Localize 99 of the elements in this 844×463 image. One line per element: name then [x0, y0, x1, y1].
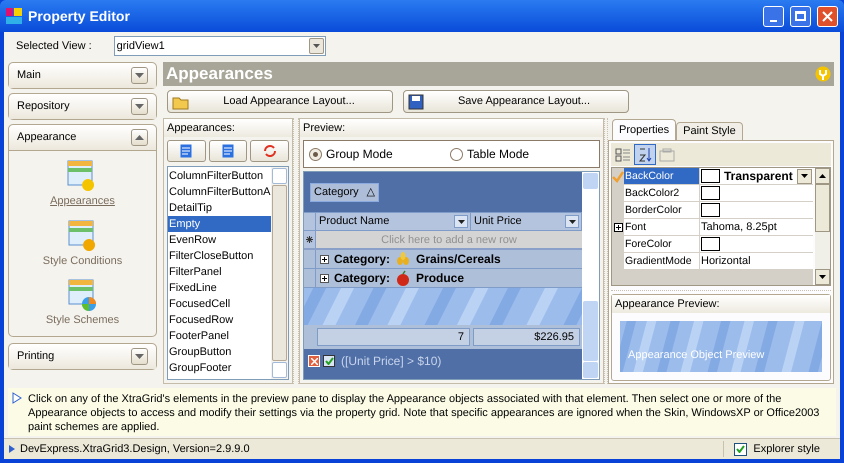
appearance-list-item[interactable]: FilterPanel: [168, 264, 271, 280]
categorized-icon: [615, 146, 631, 162]
expand-button[interactable]: [131, 67, 148, 84]
scroll-thumb[interactable]: [814, 184, 830, 232]
check-icon: [612, 170, 624, 182]
load-layout-button[interactable]: Load Appearance Layout...: [167, 90, 393, 113]
play-arrow-icon: [8, 444, 16, 454]
property-tab[interactable]: Paint Style: [676, 122, 743, 140]
hint-text: Click on any of the XtraGrid's elements in the preview pane to display the Appearance objects associated with that element. Then select one or more of the Appearance objects to access and modify their settings via the property grid. Note that specific appearances are ignored when the Skin, WindowsXP or Office2003 paint schemes are applied.: [28, 392, 820, 435]
minimize-button[interactable]: [763, 6, 784, 26]
property-name[interactable]: GradientMode: [624, 253, 700, 270]
appearance-list-item[interactable]: Empty: [168, 216, 271, 232]
selected-view-label: Selected View :: [16, 38, 92, 54]
group-label: Category:: [334, 251, 390, 268]
expand-icon[interactable]: [320, 254, 329, 264]
scrollbar[interactable]: [271, 167, 288, 379]
refresh-button[interactable]: [250, 140, 290, 162]
expand-arrow-icon: [135, 72, 144, 78]
apple-icon: [395, 270, 412, 286]
group-row[interactable]: Category: Produce: [304, 269, 582, 288]
property-name[interactable]: BackColor2: [624, 185, 700, 202]
sort-alphabetical-icon[interactable]: [634, 144, 656, 165]
nav-group-title[interactable]: Printing: [17, 348, 54, 365]
appearance-list-item[interactable]: DetailTip: [168, 200, 271, 216]
caret-icon: [308, 38, 324, 54]
expand-icon[interactable]: [320, 274, 329, 282]
close-filter-icon[interactable]: [308, 355, 320, 367]
maximize-button[interactable]: [790, 6, 811, 26]
window-title: Property Editor: [28, 6, 131, 26]
scroll-down-icon[interactable]: [818, 275, 826, 279]
nav-group-title[interactable]: Main: [17, 67, 41, 84]
checklist-button[interactable]: [208, 140, 248, 162]
nav-item[interactable]: Appearances: [50, 193, 115, 210]
property-pages-icon: [659, 148, 675, 162]
app-icon: [6, 8, 22, 24]
section-title: Appearances: [166, 63, 273, 86]
property-name[interactable]: Font: [624, 219, 700, 236]
group-by-column-button[interactable]: Category △: [310, 182, 379, 202]
expand-icon[interactable]: [614, 223, 622, 232]
check-icon: [324, 357, 334, 365]
panel-title: Appearance Preview:: [612, 295, 830, 313]
property-tab[interactable]: Properties: [612, 119, 676, 140]
wheat-icon: [395, 251, 412, 267]
expand-arrow-icon: [135, 354, 144, 360]
expand-button[interactable]: [131, 348, 148, 365]
scroll-up-icon[interactable]: [818, 174, 826, 178]
appearance-list-item[interactable]: FocusedRow: [168, 312, 271, 328]
refresh-icon: [262, 144, 277, 158]
new-row-icon: [306, 236, 313, 243]
expand-button[interactable]: [131, 98, 148, 115]
appearance-list-item[interactable]: FocusedCell: [168, 296, 271, 312]
nav-item[interactable]: Style Conditions: [42, 252, 122, 270]
property-name[interactable]: BorderColor: [624, 202, 700, 219]
column-header[interactable]: Unit Price: [471, 213, 582, 230]
check-icon: [736, 445, 746, 453]
appearance-list-item[interactable]: ColumnFilterButton: [168, 168, 271, 184]
radio-label[interactable]: Group Mode: [326, 145, 393, 163]
list-icon: [180, 144, 192, 158]
property-name[interactable]: BackColor: [624, 168, 700, 185]
scrollbar[interactable]: [814, 168, 830, 285]
column-header[interactable]: Product Name: [316, 213, 471, 230]
filter-dropdown-icon: [565, 215, 579, 228]
radio-button[interactable]: [309, 148, 322, 160]
group-row[interactable]: Category: Grains/Cereals: [304, 250, 582, 269]
expand-button[interactable]: [131, 129, 148, 146]
radio-label[interactable]: Table Mode: [467, 145, 530, 163]
group-value: Produce: [416, 270, 464, 287]
group-label: Category:: [334, 270, 390, 287]
close-button[interactable]: [817, 6, 838, 26]
explorer-style-checkbox[interactable]: Explorer style: [723, 440, 840, 458]
save-layout-button[interactable]: Save Appearance Layout...: [403, 90, 629, 113]
property-name[interactable]: ForeColor: [624, 236, 700, 253]
filter-dropdown-icon: [454, 215, 468, 228]
appearance-list-item[interactable]: EvenRow: [168, 232, 271, 248]
radio-button[interactable]: [450, 148, 463, 160]
group-value: Grains/Cereals: [416, 251, 501, 268]
appearance-list-item[interactable]: FilterCloseButton: [168, 248, 271, 264]
panel-title: Appearances:: [164, 119, 292, 137]
appearance-list-item[interactable]: FixedLine: [168, 280, 271, 296]
appearance-list-item[interactable]: GroupFooter: [168, 360, 271, 376]
play-arrow-icon: [12, 392, 22, 404]
scrollbar[interactable]: [582, 172, 599, 379]
panel-title: Preview:: [300, 119, 603, 137]
grid-settings-icon: [66, 278, 98, 312]
footer-summary: $226.95: [473, 328, 580, 346]
expand-arrow-icon: [135, 104, 144, 110]
view-dropdown[interactable]: gridView1: [114, 36, 326, 56]
caret-icon[interactable]: [796, 168, 812, 184]
footer-summary: 7: [317, 328, 470, 346]
close-icon: [822, 10, 833, 22]
nav-item[interactable]: Style Schemes: [46, 312, 120, 329]
appearance-list-item[interactable]: FooterPanel: [168, 328, 271, 344]
list-view-button[interactable]: [167, 140, 206, 162]
collapse-arrow-icon: [135, 134, 144, 140]
appearance-list-item[interactable]: GroupButton: [168, 344, 271, 360]
status-text: DevExpress.XtraGrid3.Design, Version=2.9.9.0: [20, 442, 251, 457]
appearance-sample-text: Appearance Object Preview: [628, 348, 764, 363]
appearance-list-item[interactable]: ColumnFilterButtonA: [168, 184, 271, 200]
filter-checkbox[interactable]: [323, 355, 335, 367]
